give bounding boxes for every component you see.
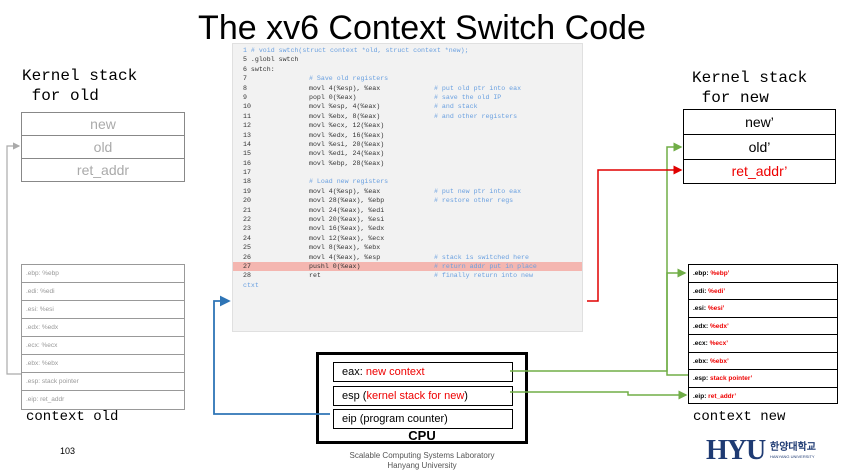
footer-lab-name: Scalable Computing Systems Laboratory	[349, 451, 495, 460]
logo-letters: HYU	[706, 435, 766, 466]
hyu-logo: HYU 한양대학교 HANYANG UNIVERSITY	[706, 436, 832, 466]
arrow-esp-to-context-new-eip	[510, 390, 688, 400]
logo-korean: 한양대학교	[770, 442, 816, 453]
page-number: 103	[60, 446, 76, 456]
arrow-old-esp-to-stack	[6, 142, 21, 375]
arrow-context-new-esp-to-stack	[666, 142, 688, 376]
arrow-eip-to-code-line-27	[213, 295, 330, 415]
logo-sub: HANYANG UNIVERSITY	[770, 454, 815, 459]
arrow-layer	[6, 142, 688, 415]
footer-university: Hanyang University	[387, 461, 457, 470]
